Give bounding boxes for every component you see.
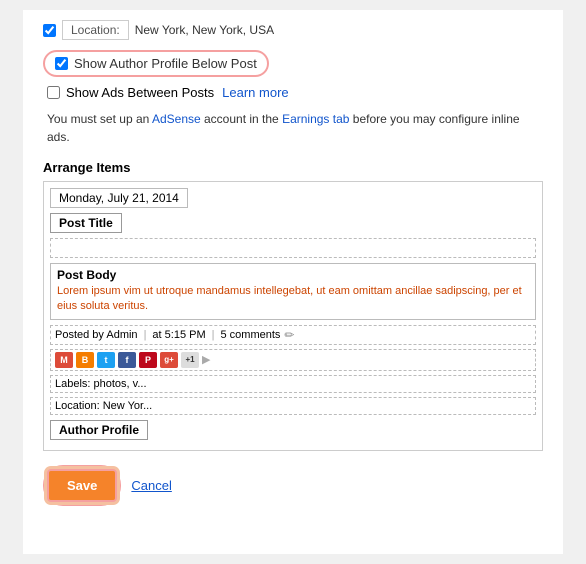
plus1-button[interactable]: +1 xyxy=(181,352,199,368)
gplus-button[interactable]: g+ xyxy=(160,352,178,368)
learn-more-link[interactable]: Learn more xyxy=(222,85,288,100)
show-ads-row: Show Ads Between Posts Learn more xyxy=(43,85,543,100)
edit-icon[interactable]: ✏ xyxy=(284,328,294,342)
meta-row: Posted by Admin | at 5:15 PM | 5 comment… xyxy=(50,325,536,345)
save-button[interactable]: Save xyxy=(47,469,117,502)
show-ads-label: Show Ads Between Posts xyxy=(66,85,214,100)
empty-spacer xyxy=(50,238,536,258)
arrange-title: Arrange Items xyxy=(43,160,543,175)
cancel-button[interactable]: Cancel xyxy=(131,478,171,493)
location-value: New York, New York, USA xyxy=(135,23,274,37)
post-title-button[interactable]: Post Title xyxy=(50,213,122,233)
arrange-box: Monday, July 21, 2014 Post Title Post Bo… xyxy=(43,181,543,451)
twitter-button[interactable]: t xyxy=(97,352,115,368)
footer-row: Save Cancel xyxy=(43,465,543,506)
show-author-checkbox[interactable] xyxy=(55,57,68,70)
arrange-section: Arrange Items Monday, July 21, 2014 Post… xyxy=(43,160,543,451)
show-author-label: Show Author Profile Below Post xyxy=(74,56,257,71)
show-author-row: Show Author Profile Below Post xyxy=(43,50,269,77)
posted-by: Posted by Admin xyxy=(55,329,138,341)
post-body-text: Lorem ipsum vim ut utroque mandamus inte… xyxy=(57,284,529,315)
location-label: Location: xyxy=(62,20,129,40)
gmail-button[interactable]: M xyxy=(55,352,73,368)
post-body-section: Post Body Lorem ipsum vim ut utroque man… xyxy=(50,263,536,320)
location-preview: Location: New Yor... xyxy=(50,397,536,415)
show-ads-checkbox[interactable] xyxy=(47,86,60,99)
save-wrapper: Save xyxy=(43,465,121,506)
location-row: Location: New York, New York, USA xyxy=(43,20,543,40)
comments-count: 5 comments xyxy=(220,329,280,341)
post-body-title: Post Body xyxy=(57,268,529,282)
facebook-button[interactable]: f xyxy=(118,352,136,368)
settings-panel: Location: New York, New York, USA Show A… xyxy=(23,10,563,554)
pinterest-button[interactable]: P xyxy=(139,352,157,368)
author-profile-button[interactable]: Author Profile xyxy=(50,420,148,440)
location-checkbox[interactable] xyxy=(43,24,56,37)
blogger-button[interactable]: B xyxy=(76,352,94,368)
info-text-1: You must set up an AdSense account in th… xyxy=(47,112,353,126)
post-time: at 5:15 PM xyxy=(152,329,205,341)
social-row: M B t f P g+ +1 ▶ xyxy=(50,349,536,371)
labels-row: Labels: photos, v... xyxy=(50,375,536,393)
info-text: You must set up an AdSense account in th… xyxy=(43,110,543,146)
date-bar: Monday, July 21, 2014 xyxy=(50,188,188,208)
